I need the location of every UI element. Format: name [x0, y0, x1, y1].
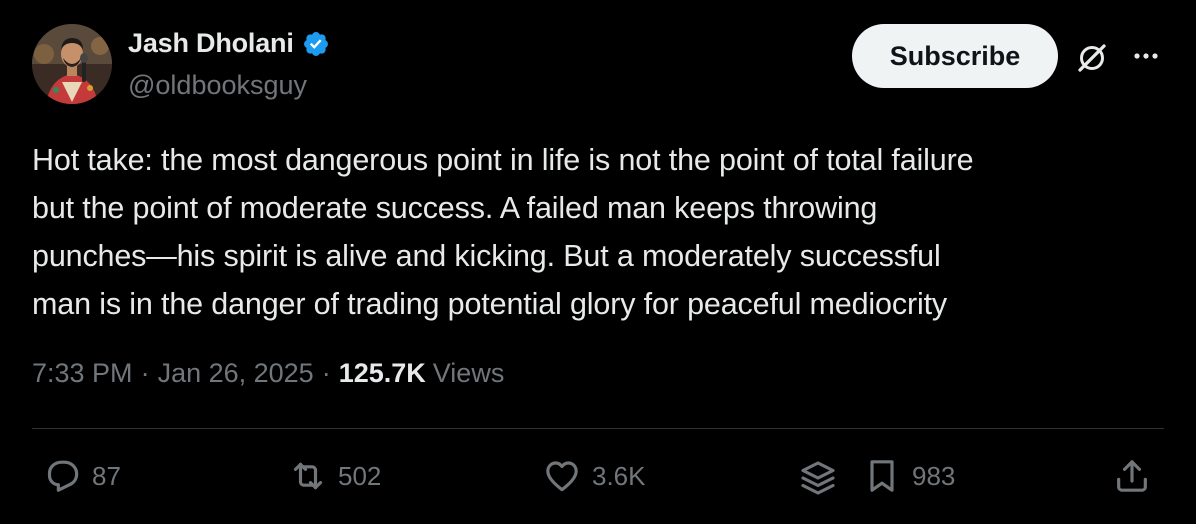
views-label: Views [432, 358, 505, 388]
layers-button[interactable] [798, 458, 838, 498]
tweet-time[interactable]: 7:33 PM [32, 358, 133, 389]
bookmark-icon [870, 460, 894, 492]
grok-icon[interactable] [1074, 40, 1110, 76]
author-display-name[interactable]: Jash Dholani [128, 28, 294, 59]
author-name-row[interactable]: Jash Dholani [128, 28, 330, 59]
bookmark-count: 983 [912, 460, 956, 491]
divider [32, 428, 1164, 429]
repost-button[interactable]: 502 [288, 456, 381, 496]
repost-count: 502 [338, 460, 382, 491]
verified-badge-icon[interactable] [302, 30, 330, 58]
subscribe-button[interactable]: Subscribe [852, 24, 1058, 88]
reply-icon [47, 460, 79, 492]
share-icon [1117, 460, 1147, 492]
reply-count: 87 [92, 460, 121, 491]
more-icon[interactable] [1126, 42, 1166, 70]
tweet-date[interactable]: Jan 26, 2025 [158, 358, 314, 389]
action-bar: 87 502 3.6K 983 [0, 446, 1196, 510]
like-icon [546, 461, 578, 492]
layers-icon [801, 461, 835, 495]
meta-separator: · [321, 358, 331, 388]
tweet-text: Hot take: the most dangerous point in li… [32, 143, 974, 321]
views-count: 125.7K [338, 358, 426, 388]
bookmark-button[interactable]: 983 [862, 456, 955, 496]
repost-icon [293, 462, 323, 490]
meta-separator: · [140, 358, 150, 388]
avatar[interactable] [32, 24, 112, 104]
author-handle[interactable]: @oldbooksguy [128, 70, 307, 101]
reply-button[interactable]: 87 [42, 456, 121, 496]
avatar-image [32, 24, 112, 104]
like-button[interactable]: 3.6K [542, 456, 646, 496]
tweet-meta: 7:33 PM · Jan 26, 2025 · 125.7K Views [32, 358, 504, 389]
share-button[interactable] [1112, 456, 1152, 496]
like-count: 3.6K [592, 460, 646, 491]
